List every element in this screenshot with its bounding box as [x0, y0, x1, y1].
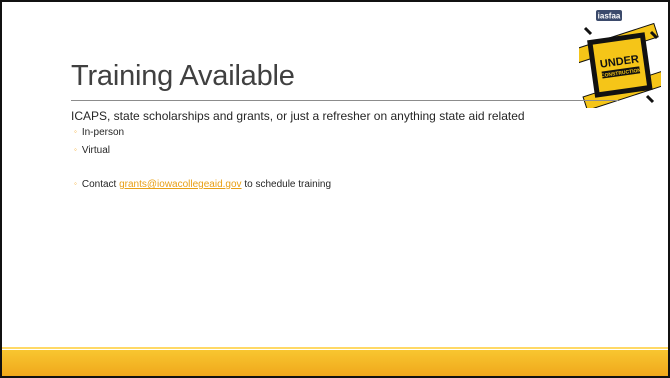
footer-accent-line — [2, 347, 668, 349]
bullet-icon: ◦ — [74, 179, 77, 188]
slide-title: Training Available — [71, 60, 295, 92]
under-construction-logo: iasfaa UNDER CONSTRUCTION — [567, 10, 668, 111]
slide: iasfaa UNDER CONSTRUCTION Training Avail… — [0, 0, 670, 378]
bullet-item: ◦ Contact grants@iowacollegeaid.gov to sc… — [74, 179, 331, 190]
email-link[interactable]: grants@iowacollegeaid.gov — [119, 179, 241, 190]
contact-suffix: to schedule training — [241, 179, 332, 190]
footer-bar — [2, 350, 668, 376]
lead-text: ICAPS, state scholarships and grants, or… — [71, 109, 525, 123]
bullet-in-person: In-person — [81, 127, 125, 138]
logo-brand-text: iasfaa — [598, 12, 621, 21]
bullet-icon: ◦ — [74, 145, 77, 154]
bullet-virtual: Virtual — [81, 145, 111, 156]
title-divider — [71, 100, 618, 101]
bullet-icon: ◦ — [74, 127, 77, 136]
bullet-item: ◦ In-person — [74, 127, 124, 138]
contact-prefix: Contact — [81, 179, 120, 190]
bullet-item: ◦ Virtual — [74, 145, 110, 156]
